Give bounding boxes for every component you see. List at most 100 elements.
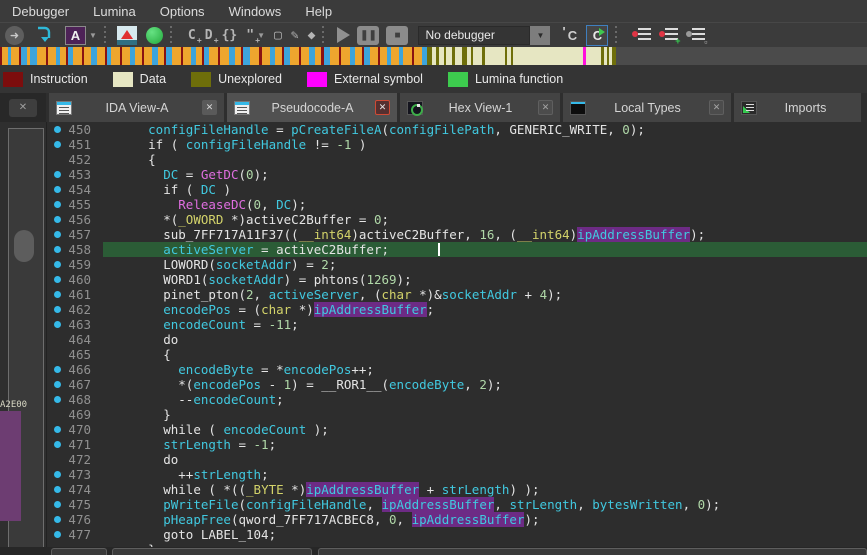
code-line-471[interactable]: 471 strLength = -1; bbox=[47, 437, 867, 452]
code-line-455[interactable]: 455 ReleaseDC(0, DC); bbox=[47, 197, 867, 212]
code-text[interactable]: *(_OWORD *)activeC2Buffer = 0; bbox=[103, 212, 867, 227]
debugger-select-caret-icon[interactable]: ▼ bbox=[530, 25, 551, 45]
code-text[interactable]: WORD1(socketAddr) = phtons(1269); bbox=[103, 272, 867, 287]
menu-lumina[interactable]: Lumina bbox=[82, 1, 149, 22]
code-text[interactable]: if ( configFileHandle != -1 ) bbox=[103, 137, 867, 152]
band-segment[interactable] bbox=[341, 47, 350, 65]
line-marker-dot[interactable] bbox=[47, 381, 61, 388]
code-line-469[interactable]: 469 } bbox=[47, 407, 867, 422]
code-line-466[interactable]: 466 encodeByte = *encodePos++; bbox=[47, 362, 867, 377]
line-marker-dot[interactable] bbox=[47, 246, 61, 253]
code-text[interactable]: { bbox=[103, 347, 867, 362]
tab-imports[interactable]: Imports bbox=[734, 93, 861, 122]
code-text[interactable]: DC = GetDC(0); bbox=[103, 167, 867, 182]
code-line-451[interactable]: 451 if ( configFileHandle != -1 ) bbox=[47, 137, 867, 152]
close-icon[interactable]: ✕ bbox=[202, 100, 217, 115]
band-segment[interactable] bbox=[73, 47, 82, 65]
code-line-457[interactable]: 457 sub_7FF717A11F37((__int64)activeC2Bu… bbox=[47, 227, 867, 242]
band-segment[interactable] bbox=[172, 47, 181, 65]
resume-green-icon[interactable] bbox=[145, 26, 163, 44]
list-gray-icon[interactable]: ▫ bbox=[686, 26, 707, 47]
add-struct-c-icon[interactable]: C bbox=[188, 28, 202, 45]
code-text[interactable]: activeServer = activeC2Buffer; bbox=[103, 242, 867, 257]
code-text[interactable]: while ( encodeCount ); bbox=[103, 422, 867, 437]
line-marker-dot[interactable] bbox=[47, 501, 61, 508]
band-segment[interactable] bbox=[355, 47, 362, 65]
band-segment[interactable] bbox=[262, 47, 270, 65]
code-line-464[interactable]: 464 do bbox=[47, 332, 867, 347]
code-text[interactable]: encodeCount = -11; bbox=[103, 317, 867, 332]
band-segment[interactable] bbox=[111, 47, 120, 65]
code-line-470[interactable]: 470 while ( encodeCount ); bbox=[47, 422, 867, 437]
line-marker-dot[interactable] bbox=[47, 321, 61, 328]
code-text[interactable]: if ( DC ) bbox=[103, 182, 867, 197]
add-struct-d-icon[interactable]: D bbox=[205, 28, 219, 45]
close-icon[interactable]: ✕ bbox=[375, 100, 390, 115]
pencil-icon[interactable]: ✎ bbox=[291, 28, 299, 43]
square-icon[interactable]: ▢ bbox=[274, 28, 282, 43]
code-line-473[interactable]: 473 ++strLength; bbox=[47, 467, 867, 482]
close-icon[interactable]: ✕ bbox=[9, 98, 37, 117]
code-line-461[interactable]: 461 pinet_pton(2, activeServer, (char *)… bbox=[47, 287, 867, 302]
code-text[interactable]: { bbox=[103, 152, 867, 167]
pause-icon[interactable]: ❚❚ bbox=[357, 25, 380, 45]
line-marker-dot[interactable] bbox=[47, 216, 61, 223]
band-segment[interactable] bbox=[301, 47, 309, 65]
menu-options[interactable]: Options bbox=[149, 1, 218, 22]
code-line-465[interactable]: 465 { bbox=[47, 347, 867, 362]
braces-icon[interactable]: {} bbox=[222, 28, 238, 43]
debugger-select[interactable]: No debugger ▼ bbox=[418, 25, 551, 45]
code-line-456[interactable]: 456 *(_OWORD *)activeC2Buffer = 0; bbox=[47, 212, 867, 227]
code-text[interactable]: do bbox=[103, 332, 867, 347]
line-marker-dot[interactable] bbox=[47, 486, 61, 493]
code-line-450[interactable]: 450 configFileHandle = pCreateFileA(conf… bbox=[47, 122, 867, 137]
background-scrollbar-thumb[interactable] bbox=[14, 230, 34, 262]
code-text[interactable]: pWriteFile(configFileHandle, ipAddressBu… bbox=[103, 497, 867, 512]
line-marker-dot[interactable] bbox=[47, 441, 61, 448]
band-segment[interactable] bbox=[380, 47, 387, 65]
code-line-474[interactable]: 474 while ( *((_BYTE *)ipAddressBuffer +… bbox=[47, 482, 867, 497]
band-segment[interactable] bbox=[391, 47, 399, 65]
code-text[interactable]: *(encodePos - 1) = __ROR1__(encodeByte, … bbox=[103, 377, 867, 392]
band-segment[interactable] bbox=[485, 47, 505, 65]
code-line-454[interactable]: 454 if ( DC ) bbox=[47, 182, 867, 197]
close-icon[interactable]: ✕ bbox=[709, 100, 724, 115]
band-segment[interactable] bbox=[616, 47, 867, 65]
menu-windows[interactable]: Windows bbox=[218, 1, 295, 22]
line-marker-dot[interactable] bbox=[47, 471, 61, 478]
band-segment[interactable] bbox=[290, 47, 299, 65]
line-marker-dot[interactable] bbox=[47, 291, 61, 298]
band-segment[interactable] bbox=[243, 47, 250, 65]
code-text[interactable]: while ( *((_BYTE *)ipAddressBuffer + str… bbox=[103, 482, 867, 497]
code-text[interactable]: encodeByte = *encodePos++; bbox=[103, 362, 867, 377]
produce-c-file-icon[interactable]: C bbox=[586, 24, 609, 46]
line-marker-dot[interactable] bbox=[47, 396, 61, 403]
nav-arrow-icon[interactable]: ➜ bbox=[5, 25, 24, 45]
line-marker-dot[interactable] bbox=[47, 531, 61, 538]
tab-ida-view-a[interactable]: IDA View-A ✕ bbox=[49, 93, 224, 122]
band-segment[interactable] bbox=[97, 47, 105, 65]
code-text[interactable]: sub_7FF717A11F37((__int64)activeC2Buffer… bbox=[103, 227, 867, 242]
code-text[interactable]: LOWORD(socketAddr) = 2; bbox=[103, 257, 867, 272]
breakpoint-tile-icon[interactable] bbox=[116, 25, 137, 45]
tab-local-types[interactable]: Local Types ✕ bbox=[563, 93, 731, 122]
band-segment[interactable] bbox=[122, 47, 130, 65]
line-marker-dot[interactable] bbox=[47, 201, 61, 208]
menu-help[interactable]: Help bbox=[294, 1, 345, 22]
band-segment[interactable] bbox=[209, 47, 218, 65]
quote-add-icon[interactable]: " bbox=[246, 28, 260, 45]
band-segment[interactable] bbox=[144, 47, 152, 65]
band-segment[interactable] bbox=[11, 47, 19, 65]
code-line-475[interactable]: 475 pWriteFile(configFileHandle, ipAddre… bbox=[47, 497, 867, 512]
code-line-458[interactable]: 458 activeServer = activeC2Buffer; bbox=[47, 242, 867, 257]
code-line-453[interactable]: 453 DC = GetDC(0); bbox=[47, 167, 867, 182]
code-text[interactable]: pinet_pton(2, activeServer, (char *)&soc… bbox=[103, 287, 867, 302]
produce-c-icon[interactable]: C bbox=[562, 24, 582, 45]
code-line-477[interactable]: 477 goto LABEL_104; bbox=[47, 527, 867, 542]
code-text[interactable]: do bbox=[103, 452, 867, 467]
code-text[interactable]: } bbox=[103, 407, 867, 422]
band-segment[interactable] bbox=[30, 47, 37, 65]
font-a-caret-icon[interactable]: ▼ bbox=[89, 31, 97, 40]
code-text[interactable]: goto LABEL_104; bbox=[103, 527, 867, 542]
tab-hex-view-1[interactable]: Hex View-1 ✕ bbox=[400, 93, 560, 122]
